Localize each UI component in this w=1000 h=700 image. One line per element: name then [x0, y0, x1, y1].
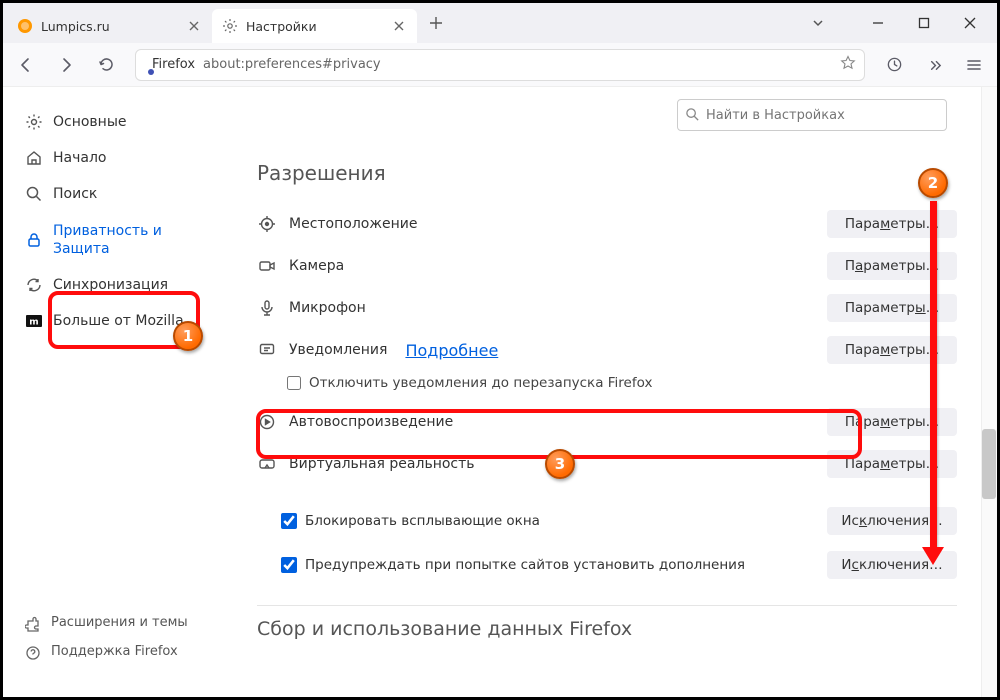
perm-label: Автовоспроизведение: [289, 414, 453, 430]
window-minimize-button[interactable]: [855, 4, 901, 42]
sidebar-item-sync[interactable]: Синхронизация: [15, 268, 209, 302]
overflow-button[interactable]: [917, 48, 951, 82]
gear-icon: [222, 18, 238, 34]
perm-location: Местоположение Параметры…: [257, 203, 957, 245]
vr-icon: [257, 454, 277, 474]
notification-icon: [257, 340, 277, 360]
notifications-pause-label: Отключить уведомления до перезапуска Fir…: [309, 375, 652, 391]
perm-microphone: Микрофон Параметры…: [257, 287, 957, 329]
window-maximize-button[interactable]: [901, 4, 947, 42]
annotation-badge-1: 1: [173, 321, 203, 351]
warn-addons-row: Предупреждать при попытке сайтов установ…: [257, 543, 957, 587]
scroll-thumb[interactable]: [982, 429, 996, 499]
sidebar-item-label: Синхронизация: [53, 276, 168, 294]
sidebar-item-label: Начало: [53, 149, 106, 167]
url-bar[interactable]: Firefox about:preferences#privacy: [135, 49, 865, 81]
perm-label: Виртуальная реальность: [289, 456, 475, 472]
notifications-learn-more-link[interactable]: Подробнее: [405, 341, 498, 360]
settings-main: Разрешения Местоположение Параметры… Кам…: [213, 87, 997, 689]
section-heading-data: Сбор и использование данных Firefox: [257, 618, 957, 640]
sidebar-item-label: Поддержка Firefox: [51, 644, 178, 661]
block-popups-label: Блокировать всплывающие окна: [305, 513, 819, 529]
section-divider: [257, 605, 957, 606]
perm-vr-settings-button[interactable]: Параметры…: [827, 450, 957, 478]
microphone-icon: [257, 298, 277, 318]
url-brand: Firefox: [152, 57, 195, 72]
sidebar-item-extensions[interactable]: Расширения и темы: [15, 609, 209, 638]
annotation-badge-2: 2: [918, 168, 948, 198]
tab-label: Lumpics.ru: [41, 19, 110, 34]
perm-camera: Камера Параметры…: [257, 245, 957, 287]
tab-label: Настройки: [246, 19, 317, 34]
sidebar-item-general[interactable]: Основные: [15, 105, 209, 139]
perm-label: Камера: [289, 258, 344, 274]
new-tab-button[interactable]: [421, 8, 451, 38]
perm-notifications: Уведомления Подробнее Параметры…: [257, 329, 957, 371]
sidebar-item-privacy[interactable]: Приватность и Защита: [15, 214, 209, 266]
block-popups-checkbox[interactable]: [281, 513, 297, 529]
sidebar-item-label: Расширения и темы: [51, 615, 188, 632]
warn-addons-label: Предупреждать при попытке сайтов установ…: [305, 557, 819, 573]
notifications-pause-row: Отключить уведомления до перезапуска Fir…: [257, 371, 957, 401]
perm-label: Уведомления: [289, 342, 387, 358]
perm-notifications-settings-button[interactable]: Параметры…: [827, 336, 957, 364]
block-popups-row: Блокировать всплывающие окна Исключения…: [257, 499, 957, 543]
perm-autoplay: Автовоспроизведение Параметры…: [257, 401, 957, 443]
perm-label: Местоположение: [289, 216, 417, 232]
reload-button[interactable]: [89, 48, 123, 82]
search-icon: [685, 107, 700, 126]
sidebar-item-label: Больше от Mozilla: [53, 312, 184, 330]
perm-camera-settings-button[interactable]: Параметры…: [827, 252, 957, 280]
orange-icon: [17, 18, 33, 34]
sidebar-item-support[interactable]: Поддержка Firefox: [15, 638, 209, 667]
perm-location-settings-button[interactable]: Параметры…: [827, 210, 957, 238]
location-icon: [257, 214, 277, 234]
sidebar-item-label: Приватность и Защита: [53, 222, 199, 258]
bookmark-star-icon[interactable]: [840, 55, 856, 75]
close-icon[interactable]: [186, 18, 202, 34]
tab-settings[interactable]: Настройки: [212, 9, 417, 43]
app-menu-button[interactable]: [957, 48, 991, 82]
annotation-arrow: [930, 201, 937, 549]
perm-autoplay-settings-button[interactable]: Параметры…: [827, 408, 957, 436]
sidebar-item-label: Поиск: [53, 185, 97, 203]
tabs-dropdown-button[interactable]: [801, 8, 835, 38]
section-heading-permissions: Разрешения: [257, 161, 957, 185]
perm-label: Микрофон: [289, 300, 366, 316]
camera-icon: [257, 256, 277, 276]
perm-vr: Виртуальная реальность Параметры…: [257, 443, 957, 485]
autoplay-icon: [257, 412, 277, 432]
perm-microphone-settings-button[interactable]: Параметры…: [827, 294, 957, 322]
back-button[interactable]: [9, 48, 43, 82]
notifications-pause-checkbox[interactable]: [287, 376, 301, 390]
sidebar-item-search[interactable]: Поиск: [15, 177, 209, 211]
svg-text:m: m: [29, 318, 38, 328]
window-close-button[interactable]: [947, 4, 993, 42]
tab-lumpics[interactable]: Lumpics.ru: [7, 9, 212, 43]
close-icon[interactable]: [391, 18, 407, 34]
sidebar-item-home[interactable]: Начало: [15, 141, 209, 175]
annotation-arrow-head: [922, 547, 944, 565]
block-popups-exceptions-button[interactable]: Исключения…: [827, 507, 957, 535]
warn-addons-checkbox[interactable]: [281, 557, 297, 573]
annotation-badge-3: 3: [545, 449, 575, 479]
settings-search-input[interactable]: [677, 99, 947, 131]
sidebar-item-label: Основные: [53, 113, 127, 131]
nav-toolbar: Firefox about:preferences#privacy: [3, 43, 997, 87]
settings-search[interactable]: [677, 99, 947, 131]
settings-sidebar: Основные Начало Поиск Приватность и Защи…: [3, 87, 213, 689]
url-address: about:preferences#privacy: [203, 57, 832, 72]
tab-strip: Lumpics.ru Настройки: [3, 3, 997, 43]
history-button[interactable]: [877, 48, 911, 82]
forward-button[interactable]: [49, 48, 83, 82]
content-scrollbar[interactable]: [981, 87, 997, 697]
